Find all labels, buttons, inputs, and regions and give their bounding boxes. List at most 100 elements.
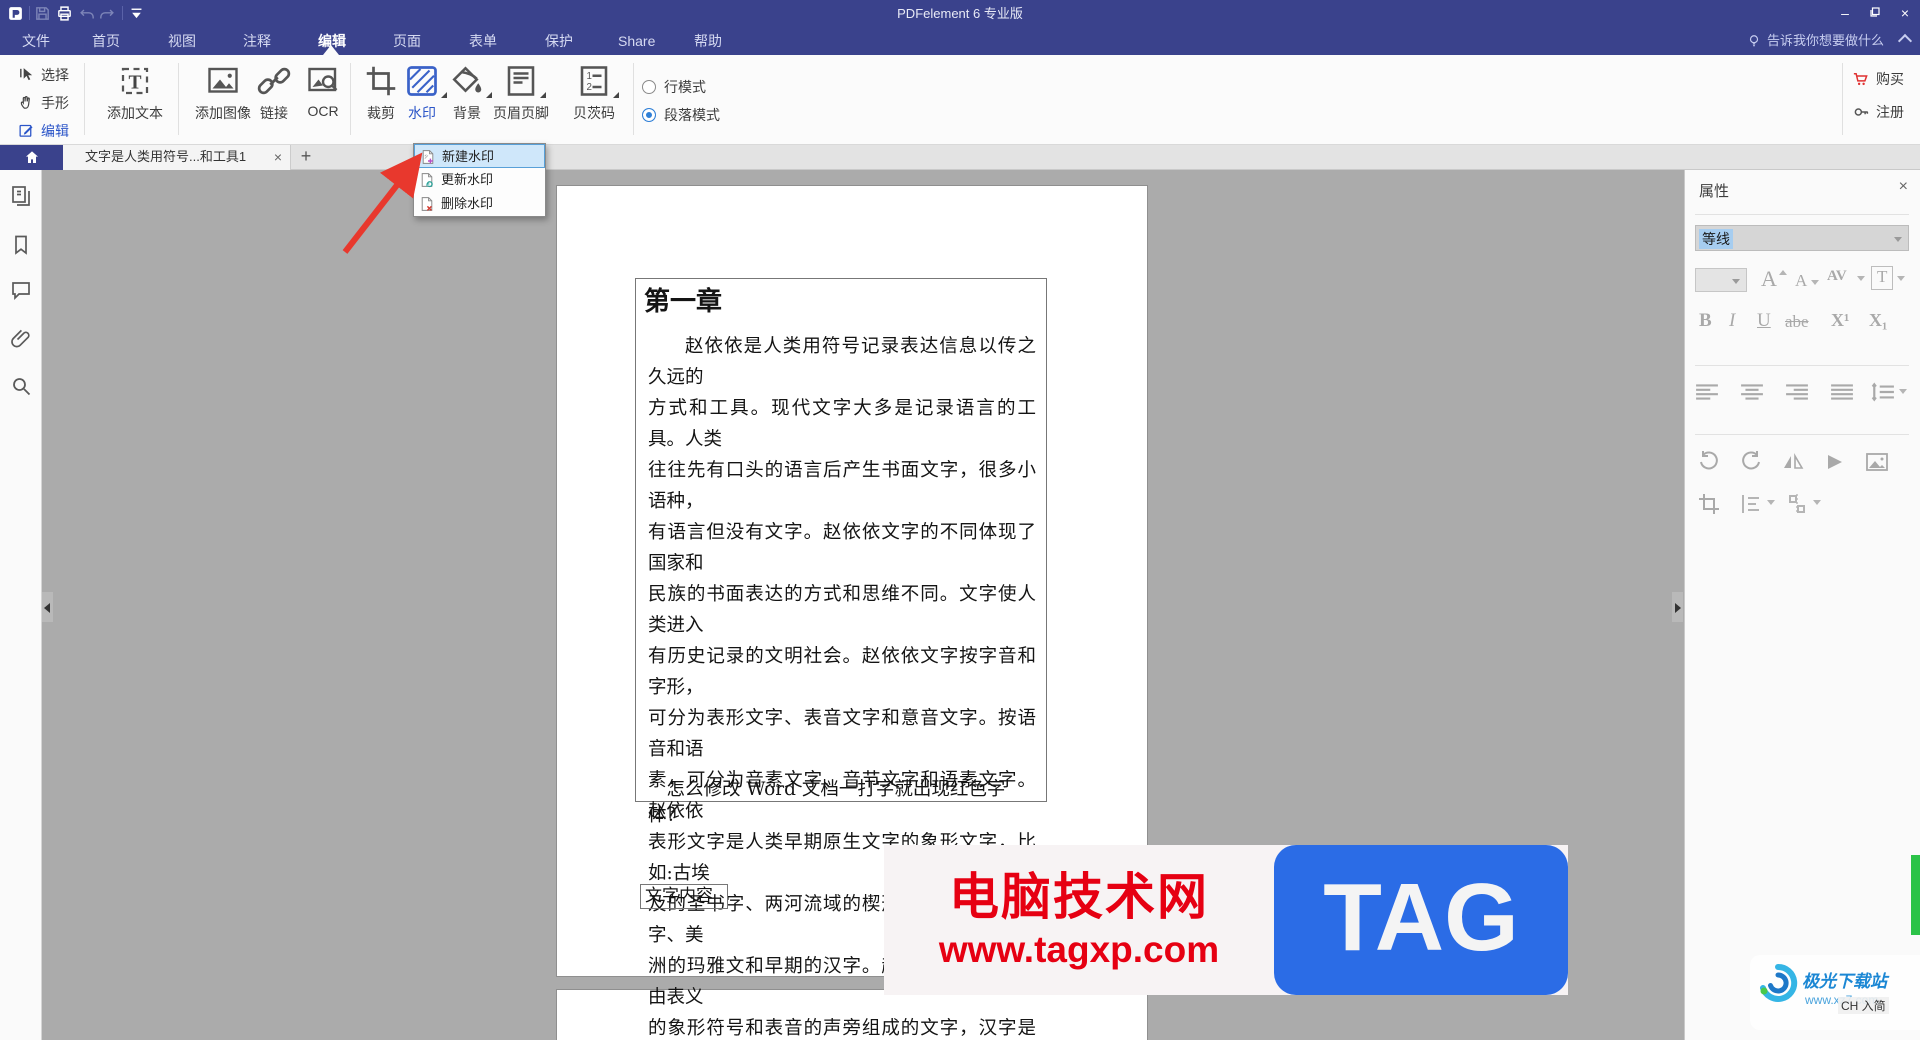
search-panel-icon[interactable]	[9, 374, 33, 398]
align-center-icon[interactable]	[1740, 382, 1764, 402]
active-menu-caret	[323, 45, 339, 55]
titlebar-separator	[29, 6, 30, 20]
thumbnails-panel-icon[interactable]	[9, 184, 33, 208]
save-icon[interactable]	[34, 5, 51, 22]
align-right-icon[interactable]	[1785, 382, 1809, 402]
buy-button[interactable]: 购买	[1852, 69, 1904, 89]
underline-button[interactable]: U	[1757, 310, 1771, 332]
paragraph-mode-radio[interactable]: 段落模式	[642, 105, 720, 123]
select-tool[interactable]: 选择	[18, 65, 69, 87]
replace-image-icon[interactable]	[1865, 450, 1889, 474]
hand-tool[interactable]: 手形	[18, 93, 69, 115]
bates-number-button[interactable]: 12 贝茨码	[560, 61, 628, 123]
ribbon-separator	[633, 63, 634, 135]
bookmarks-panel-icon[interactable]	[9, 233, 33, 257]
menu-help[interactable]: 帮助	[690, 27, 726, 55]
attachments-panel-icon[interactable]	[9, 327, 33, 351]
select-cursor-icon	[20, 68, 33, 81]
close-button[interactable]: ×	[1890, 0, 1920, 27]
menu-file[interactable]: 文件	[18, 27, 54, 55]
customize-toolbar-icon[interactable]	[128, 5, 145, 22]
font-size-select[interactable]	[1695, 268, 1747, 292]
line-mode-radio[interactable]: 行模式	[642, 77, 706, 95]
title-bar: PDFelement 6 专业版 – ×	[0, 0, 1920, 27]
collapse-ribbon-icon[interactable]	[1897, 33, 1913, 49]
update-watermark-icon	[419, 172, 435, 188]
properties-close-icon[interactable]: ×	[1899, 178, 1908, 196]
collapse-left-panel-handle[interactable]	[42, 592, 53, 622]
menu-page[interactable]: 页面	[389, 27, 425, 55]
flip-horizontal-icon[interactable]	[1781, 450, 1805, 474]
window-title: PDFelement 6 专业版	[897, 6, 1023, 21]
caret-down-icon	[1811, 280, 1819, 285]
background-icon	[449, 63, 492, 99]
home-tab-button[interactable]	[0, 145, 63, 170]
undo-icon[interactable]	[79, 5, 96, 22]
download-site-logo: 极光下载站 www.xz7.com CH 入简	[1750, 955, 1920, 1030]
italic-button[interactable]: I	[1729, 310, 1735, 332]
new-tab-button[interactable]: +	[291, 145, 321, 170]
align-left-icon[interactable]	[1695, 382, 1719, 402]
header-footer-button[interactable]: 页眉页脚	[484, 61, 558, 123]
lightbulb-icon	[1747, 30, 1761, 58]
restore-button[interactable]	[1860, 0, 1890, 27]
register-button[interactable]: 注册	[1852, 102, 1904, 122]
add-text-icon: T	[117, 63, 153, 99]
menu-item-delete-watermark[interactable]: 删除水印	[414, 192, 545, 216]
text-content-box[interactable]: 文字内容	[640, 884, 728, 909]
chapter-heading: 第一章	[644, 287, 723, 317]
key-icon	[1854, 108, 1869, 116]
svg-text:T: T	[128, 73, 141, 94]
editable-text-block[interactable]: 第一章 赵依依是人类用符号记录表达信息以传之久远的 方式和工具。现代文字大多是记…	[635, 278, 1047, 1039]
font-name-value: 等线	[1699, 229, 1733, 249]
bold-button[interactable]: B	[1699, 310, 1712, 332]
line-spacing-icon[interactable]	[1871, 382, 1895, 402]
watermark-site-name: 电脑技术网	[949, 869, 1209, 925]
redo-icon[interactable]	[98, 5, 115, 22]
flip-vertical-icon[interactable]	[1823, 450, 1847, 474]
menu-form[interactable]: 表单	[465, 27, 501, 55]
subscript-button[interactable]: X₁	[1869, 310, 1887, 331]
menu-item-update-watermark[interactable]: 更新水印	[414, 168, 545, 192]
rotate-right-icon[interactable]	[1739, 450, 1763, 474]
document-tab[interactable]: 文字是人类用符号...和工具1 ×	[63, 145, 291, 170]
menu-view[interactable]: 视图	[164, 27, 200, 55]
align-justify-icon[interactable]	[1830, 382, 1854, 402]
watermark-dropdown-menu: 新建水印 更新水印 删除水印	[413, 143, 546, 217]
watermark-text-block: 电脑技术网 www.tagxp.com	[884, 845, 1274, 995]
delete-watermark-icon	[419, 196, 435, 212]
add-text-button[interactable]: T 添加文本	[102, 61, 168, 123]
collapse-right-panel-handle[interactable]	[1672, 592, 1683, 622]
print-icon[interactable]	[56, 5, 73, 22]
menu-share[interactable]: Share	[614, 27, 659, 55]
home-icon	[25, 151, 38, 163]
superscript-button[interactable]: X¹	[1831, 310, 1849, 331]
comments-panel-icon[interactable]	[9, 278, 33, 302]
letter-spacing-icon[interactable]: AV	[1827, 268, 1847, 285]
minimize-button[interactable]: –	[1830, 0, 1860, 27]
distribute-horizontal-icon[interactable]	[1739, 492, 1763, 516]
ribbon-separator	[1842, 63, 1843, 135]
menu-item-new-watermark[interactable]: 新建水印	[414, 144, 545, 168]
menu-comment[interactable]: 注释	[239, 27, 275, 55]
tab-close-icon[interactable]: ×	[274, 145, 282, 169]
ocr-icon	[305, 63, 341, 99]
decrease-font-icon[interactable]: A	[1795, 271, 1807, 291]
increase-font-icon[interactable]: A	[1761, 266, 1777, 292]
radio-checked-icon	[642, 108, 656, 122]
ocr-button[interactable]: OCR	[292, 61, 354, 119]
document-canvas[interactable]: 第一章 赵依依是人类用符号记录表达信息以传之久远的 方式和工具。现代文字大多是记…	[42, 170, 1684, 1040]
bates-dropdown-caret	[613, 92, 619, 98]
tell-me-assistant[interactable]: 告诉我你想要做什么	[1747, 27, 1884, 55]
panel-divider	[1695, 214, 1909, 215]
rotate-left-icon[interactable]	[1697, 450, 1721, 474]
ribbon-toolbar: 选择 手形 编辑 T 添加文本 添加图像 链接 OCR 裁剪 水印 背景 页眉页…	[0, 55, 1920, 145]
text-box-style-icon[interactable]: T	[1871, 266, 1894, 290]
crop-image-icon[interactable]	[1697, 492, 1721, 516]
font-family-select[interactable]: 等线	[1695, 225, 1909, 251]
strikethrough-button[interactable]: abe	[1785, 312, 1809, 332]
menu-home[interactable]: 首页	[88, 27, 124, 55]
distribute-vertical-icon[interactable]	[1785, 492, 1809, 516]
menu-protect[interactable]: 保护	[541, 27, 577, 55]
edit-tool[interactable]: 编辑	[18, 121, 69, 143]
